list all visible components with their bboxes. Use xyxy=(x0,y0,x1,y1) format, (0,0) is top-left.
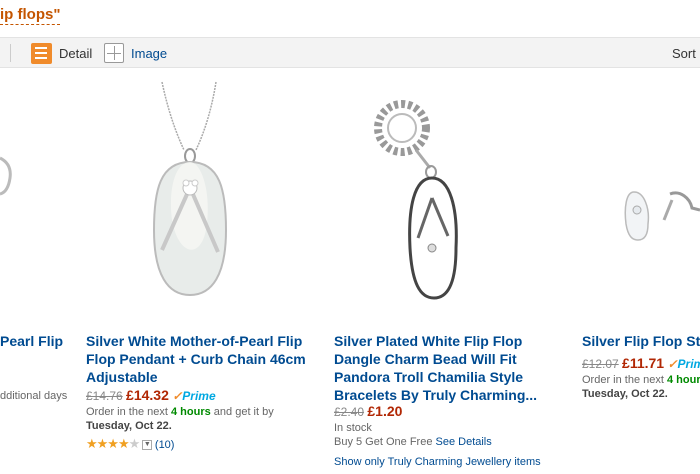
product-price-2: £2.40 £1.20 xyxy=(334,403,402,419)
delivery-suffix: and get it by xyxy=(213,406,274,418)
sale-price: £14.32 xyxy=(126,387,169,403)
chevron-down-icon[interactable]: ▼ xyxy=(142,439,153,450)
toolbar-divider xyxy=(10,44,11,62)
product-title-1[interactable]: Silver White Mother-of-Pearl Flip Flop P… xyxy=(86,332,336,386)
product-price-1: £14.76 £14.32 ✓Prime xyxy=(86,387,216,403)
delivery-hours: 4 hours xyxy=(171,406,211,418)
delivery-prefix: Order in the next xyxy=(86,406,168,418)
list-view-icon xyxy=(31,42,52,64)
detail-view-button[interactable]: Detail xyxy=(31,42,93,64)
delivery-prefix: Order in the next xyxy=(582,374,664,386)
star-empty-icon: ★ xyxy=(128,436,141,451)
review-count[interactable]: (10) xyxy=(155,439,175,451)
sort-by-dropdown[interactable]: Sort b xyxy=(672,46,700,61)
product-image-2[interactable] xyxy=(372,98,462,308)
title-line: Silver Plated White Flip Flop xyxy=(334,333,523,349)
list-price: £2.40 xyxy=(334,405,365,419)
sale-price: £1.20 xyxy=(367,403,403,419)
title-line: Bracelets By Truly Charming... xyxy=(334,387,538,403)
product-title-0[interactable]: Pearl Flip xyxy=(0,332,63,350)
grid-view-icon xyxy=(104,43,124,63)
image-view-label: Image xyxy=(131,45,168,61)
see-details-link[interactable]: See Details xyxy=(436,436,492,448)
title-line: Pandora Troll Chamilia Style xyxy=(334,369,524,385)
title-line: Silver White Mother-of-Pearl Flip xyxy=(86,333,303,349)
star-icon: ★★★★ xyxy=(86,436,130,451)
delivery-hours: 4 hour xyxy=(667,374,700,386)
delivery-estimate-1: Order in the next 4 hours and get it by … xyxy=(86,405,274,433)
seller-filter-link-2[interactable]: Show only Truly Charming Jewellery items xyxy=(334,455,541,469)
image-view-button[interactable]: Image xyxy=(104,43,167,63)
star-rating-1[interactable]: ★★★★★ ▼ (10) xyxy=(86,436,174,452)
view-toolbar: Detail Image Sort b xyxy=(0,37,700,68)
stock-status-2: In stock xyxy=(334,422,372,434)
product-image-0[interactable] xyxy=(0,150,14,200)
title-line: Dangle Charm Bead Will Fit xyxy=(334,351,517,367)
offer-text: Buy 5 Get One Free xyxy=(334,436,433,448)
title-line: Flop Pendant + Curb Chain 46cm xyxy=(86,351,306,367)
product-title-2[interactable]: Silver Plated White Flip Flop Dangle Cha… xyxy=(334,332,564,404)
product-image-3[interactable] xyxy=(620,180,700,250)
product-image-1[interactable] xyxy=(140,80,240,315)
search-query-heading: ip flops" xyxy=(0,6,61,25)
title-line: Adjustable xyxy=(86,369,158,385)
prime-badge: ✓Prim xyxy=(667,357,700,371)
product-title-3[interactable]: Silver Flip Flop St xyxy=(582,332,700,350)
product-price-3: £12.07 £11.71 ✓Prim xyxy=(582,355,700,371)
product-availability-0: dditional days xyxy=(0,390,68,402)
list-price: £14.76 xyxy=(86,389,123,403)
promo-offer-2: Buy 5 Get One Free See Details xyxy=(334,435,492,449)
delivery-date: Tuesday, Oct 22. xyxy=(86,420,172,432)
delivery-estimate-3: Order in the next 4 hour Tuesday, Oct 22… xyxy=(582,373,700,401)
detail-view-label: Detail xyxy=(59,45,93,61)
delivery-date: Tuesday, Oct 22. xyxy=(582,388,668,400)
sale-price: £11.71 xyxy=(622,355,665,371)
prime-badge: ✓Prime xyxy=(172,389,216,403)
list-price: £12.07 xyxy=(582,357,619,371)
